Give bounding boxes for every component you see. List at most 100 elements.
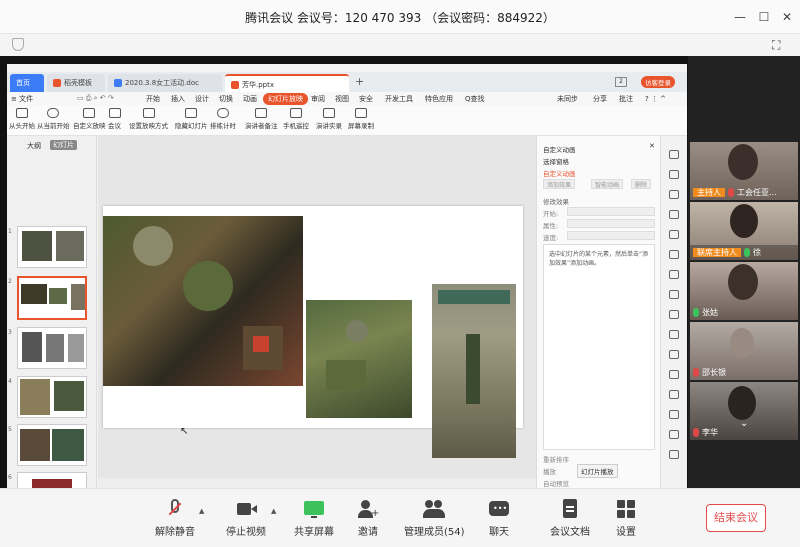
menu-search[interactable]: Q查找 xyxy=(465,93,485,105)
slide-photo-girl[interactable] xyxy=(432,284,516,458)
close-icon[interactable]: ✕ xyxy=(778,8,796,26)
play-button[interactable]: 播放 xyxy=(543,466,556,476)
add-effect-button[interactable]: 添加效果 xyxy=(543,179,576,189)
slide-photo-soldiers[interactable] xyxy=(103,216,303,386)
slide-photo-jungle[interactable] xyxy=(306,300,412,418)
tab-doc[interactable]: 2020.3.8女工活动.doc xyxy=(108,74,222,92)
ribbon-meeting[interactable]: 会议 xyxy=(108,108,121,130)
minimize-icon[interactable]: — xyxy=(731,8,749,26)
ribbon-custom-show[interactable]: 自定义放映 xyxy=(73,108,106,130)
menu-security[interactable]: 安全 xyxy=(359,93,373,105)
camera-icon[interactable] xyxy=(669,290,679,299)
select-pane-link[interactable]: 选择窗格 xyxy=(543,156,569,166)
layers-icon[interactable] xyxy=(669,170,679,179)
menu-devtools[interactable]: 开发工具 xyxy=(385,93,413,105)
share-screen-button[interactable]: 共享屏幕 xyxy=(294,499,334,538)
slide-thumb-3[interactable] xyxy=(17,327,87,369)
invite-button[interactable]: + 邀请 xyxy=(357,499,379,538)
chevron-down-icon[interactable]: ⌄ xyxy=(740,418,748,429)
ribbon-setup-show[interactable]: 设置放映方式 xyxy=(129,108,168,130)
tab-ppt[interactable]: 芳华.pptx xyxy=(225,74,349,92)
custom-anim-tab[interactable]: 自定义动画 xyxy=(543,168,576,178)
shield-icon[interactable] xyxy=(12,38,24,51)
menu-features[interactable]: 特色应用 xyxy=(425,93,453,105)
settings-button[interactable]: 设置 xyxy=(615,499,637,538)
share-icon[interactable] xyxy=(669,410,679,419)
ribbon-record-talk[interactable]: 演讲实录 xyxy=(316,108,342,130)
sync-status[interactable]: 未同步 xyxy=(557,93,578,105)
property-select[interactable] xyxy=(567,219,655,228)
login-button[interactable]: 访客登录 xyxy=(641,76,675,88)
current-slide[interactable] xyxy=(103,206,523,458)
ribbon-screen-record[interactable]: 屏幕录制 xyxy=(348,108,374,130)
location-icon[interactable] xyxy=(669,450,679,459)
meeting-docs-button[interactable]: 会议文档 xyxy=(550,499,590,538)
tab-home[interactable]: 首页 xyxy=(10,74,44,92)
rect-icon[interactable] xyxy=(669,230,679,239)
menu-file[interactable]: ≡ 文件 xyxy=(11,93,33,105)
manage-members-button[interactable]: 管理成员(54) xyxy=(404,499,465,538)
participant-tile[interactable]: 李华 ⌄ xyxy=(690,382,798,440)
stop-video-button[interactable]: 停止视频 xyxy=(226,499,266,538)
menu-review[interactable]: 审阅 xyxy=(311,93,325,105)
volume-icon[interactable] xyxy=(669,390,679,399)
video-options-caret[interactable]: ▲ xyxy=(271,507,276,515)
autopreview-checkbox[interactable]: 自动预览 xyxy=(543,478,569,488)
slideshow-button[interactable]: 幻灯片播放 xyxy=(577,464,618,478)
cursor-icon[interactable] xyxy=(669,190,679,199)
slide-thumb-4[interactable] xyxy=(17,376,87,418)
tab-outline[interactable]: 大纲 xyxy=(27,141,41,151)
slide-thumb-2[interactable] xyxy=(17,276,87,320)
ribbon-hide-slide[interactable]: 隐藏幻灯片 xyxy=(175,108,208,130)
ribbon-remote[interactable]: 手机遥控 xyxy=(283,108,309,130)
ribbon-from-start[interactable]: 从头开始 xyxy=(9,108,35,130)
participant-tile[interactable]: 联席主持人 徐 xyxy=(690,202,798,260)
star-icon[interactable] xyxy=(669,150,679,159)
ribbon-notes[interactable]: 演讲者备注 xyxy=(245,108,278,130)
fullscreen-icon[interactable]: ⛶ xyxy=(772,38,780,53)
table-icon[interactable] xyxy=(669,330,679,339)
share-button[interactable]: 分享 xyxy=(593,93,607,105)
ribbon-from-current[interactable]: 从当前开始 xyxy=(37,108,70,130)
comment-button[interactable]: 批注 xyxy=(619,93,633,105)
help-icon[interactable]: ? ⋮ ^ xyxy=(645,93,666,105)
menu-design[interactable]: 设计 xyxy=(195,93,209,105)
pane-close-icon[interactable]: ✕ xyxy=(649,142,655,150)
quick-access-icons[interactable]: ▭ ⎙ ⌕ ↶ ↷ xyxy=(77,94,114,103)
horizontal-scrollbar[interactable] xyxy=(98,478,536,488)
speed-select[interactable] xyxy=(567,231,655,240)
ribbon-rehearse[interactable]: 排练计时 xyxy=(210,108,236,130)
image-icon[interactable] xyxy=(669,370,679,379)
tab-templates[interactable]: 稻壳模板 xyxy=(47,74,105,92)
chart-icon[interactable] xyxy=(669,250,679,259)
slide-thumb-5[interactable] xyxy=(17,424,87,466)
menu-transition[interactable]: 切换 xyxy=(219,93,233,105)
menu-slideshow[interactable]: 幻灯片放映 xyxy=(263,93,308,105)
maximize-icon[interactable]: ☐ xyxy=(755,8,773,26)
tab-counter[interactable]: 2 xyxy=(615,77,627,87)
sliders-icon[interactable] xyxy=(669,270,679,279)
copy-icon[interactable] xyxy=(669,310,679,319)
slide-thumb-1[interactable] xyxy=(17,226,87,268)
slide-thumb-6[interactable] xyxy=(17,472,87,488)
chat-button[interactable]: ••• 聊天 xyxy=(488,499,510,538)
menu-start[interactable]: 开始 xyxy=(146,93,160,105)
doc-icon[interactable] xyxy=(669,350,679,359)
new-tab-icon[interactable]: + xyxy=(355,75,364,88)
start-select[interactable] xyxy=(567,207,655,216)
participant-tile[interactable]: 主持人 工会任亚... xyxy=(690,142,798,200)
brush-icon[interactable] xyxy=(669,210,679,219)
mic-options-caret[interactable]: ▲ xyxy=(199,507,204,515)
menu-insert[interactable]: 插入 xyxy=(171,93,185,105)
participant-tile[interactable]: 张姑 xyxy=(690,262,798,320)
delete-button[interactable]: 删除 xyxy=(631,179,652,189)
end-meeting-button[interactable]: 结束会议 xyxy=(706,504,766,532)
animation-list[interactable] xyxy=(543,244,655,450)
clock-icon[interactable] xyxy=(669,430,679,439)
smart-anim-button[interactable]: 智能动画 xyxy=(591,179,624,189)
menu-animation[interactable]: 动画 xyxy=(243,93,257,105)
unmute-button[interactable]: 解除静音 xyxy=(155,499,195,538)
participant-tile[interactable]: 邵长银 xyxy=(690,322,798,380)
menu-view[interactable]: 视图 xyxy=(335,93,349,105)
tab-slides[interactable]: 幻灯片 xyxy=(50,140,77,150)
